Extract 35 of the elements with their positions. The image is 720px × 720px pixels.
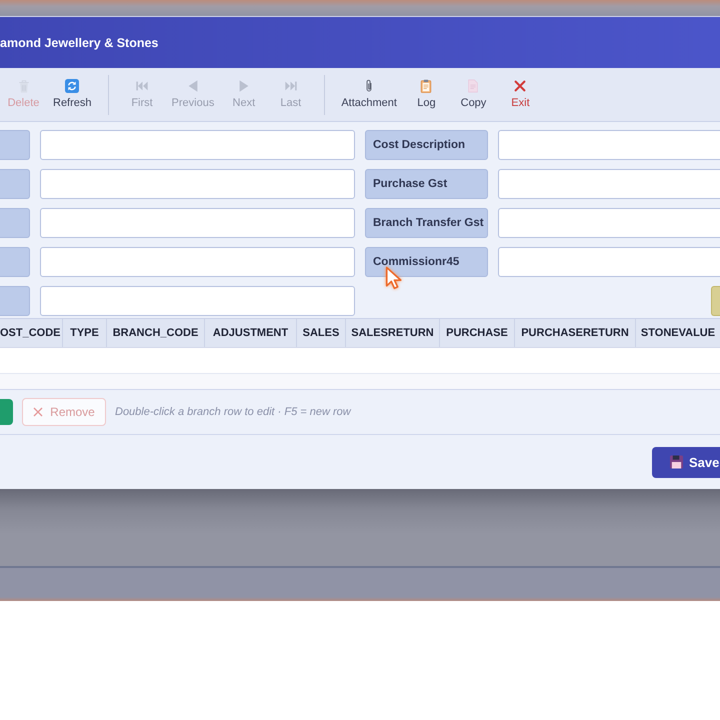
refresh-icon (64, 79, 80, 93)
text-input[interactable] (40, 247, 355, 277)
skip-to-start-icon (134, 79, 150, 93)
field-label (0, 169, 30, 199)
text-input[interactable] (498, 130, 720, 160)
field-label (0, 208, 30, 238)
dialog-title: amond Jewellery & Stones (0, 36, 158, 50)
text-input[interactable] (40, 286, 355, 316)
text-input[interactable] (40, 169, 355, 199)
text-input[interactable] (498, 247, 720, 277)
field-label (0, 247, 30, 277)
field-label: Cost Description (365, 130, 488, 160)
field-label: Commissionr45 (365, 247, 488, 277)
skip-to-end-icon (282, 79, 299, 93)
x-icon (33, 407, 44, 417)
log-button[interactable]: Log (402, 68, 450, 110)
exit-button[interactable]: Exit (496, 68, 544, 110)
text-input[interactable] (498, 169, 720, 199)
copy-button[interactable]: Copy (450, 68, 497, 110)
text-input[interactable] (40, 130, 355, 160)
field-label (0, 130, 30, 160)
field-label (0, 286, 30, 316)
close-icon (512, 79, 528, 93)
column-header: STONEVALUE (640, 326, 716, 341)
attachment-button[interactable]: Attachment (335, 68, 403, 110)
action-button[interactable] (711, 286, 720, 316)
pointer-cursor-icon (385, 266, 402, 291)
text-input[interactable] (498, 208, 720, 238)
hint-text: Double-click a branch row to edit · F5 = new row (115, 406, 351, 418)
action-button[interactable] (0, 399, 13, 425)
refresh-button[interactable]: Refresh (47, 68, 98, 110)
field-label: Purchase Gst (365, 169, 488, 199)
save-button[interactable]: Save (652, 446, 720, 478)
field-label: Branch Transfer Gst (365, 208, 488, 238)
text-input[interactable] (40, 208, 355, 238)
